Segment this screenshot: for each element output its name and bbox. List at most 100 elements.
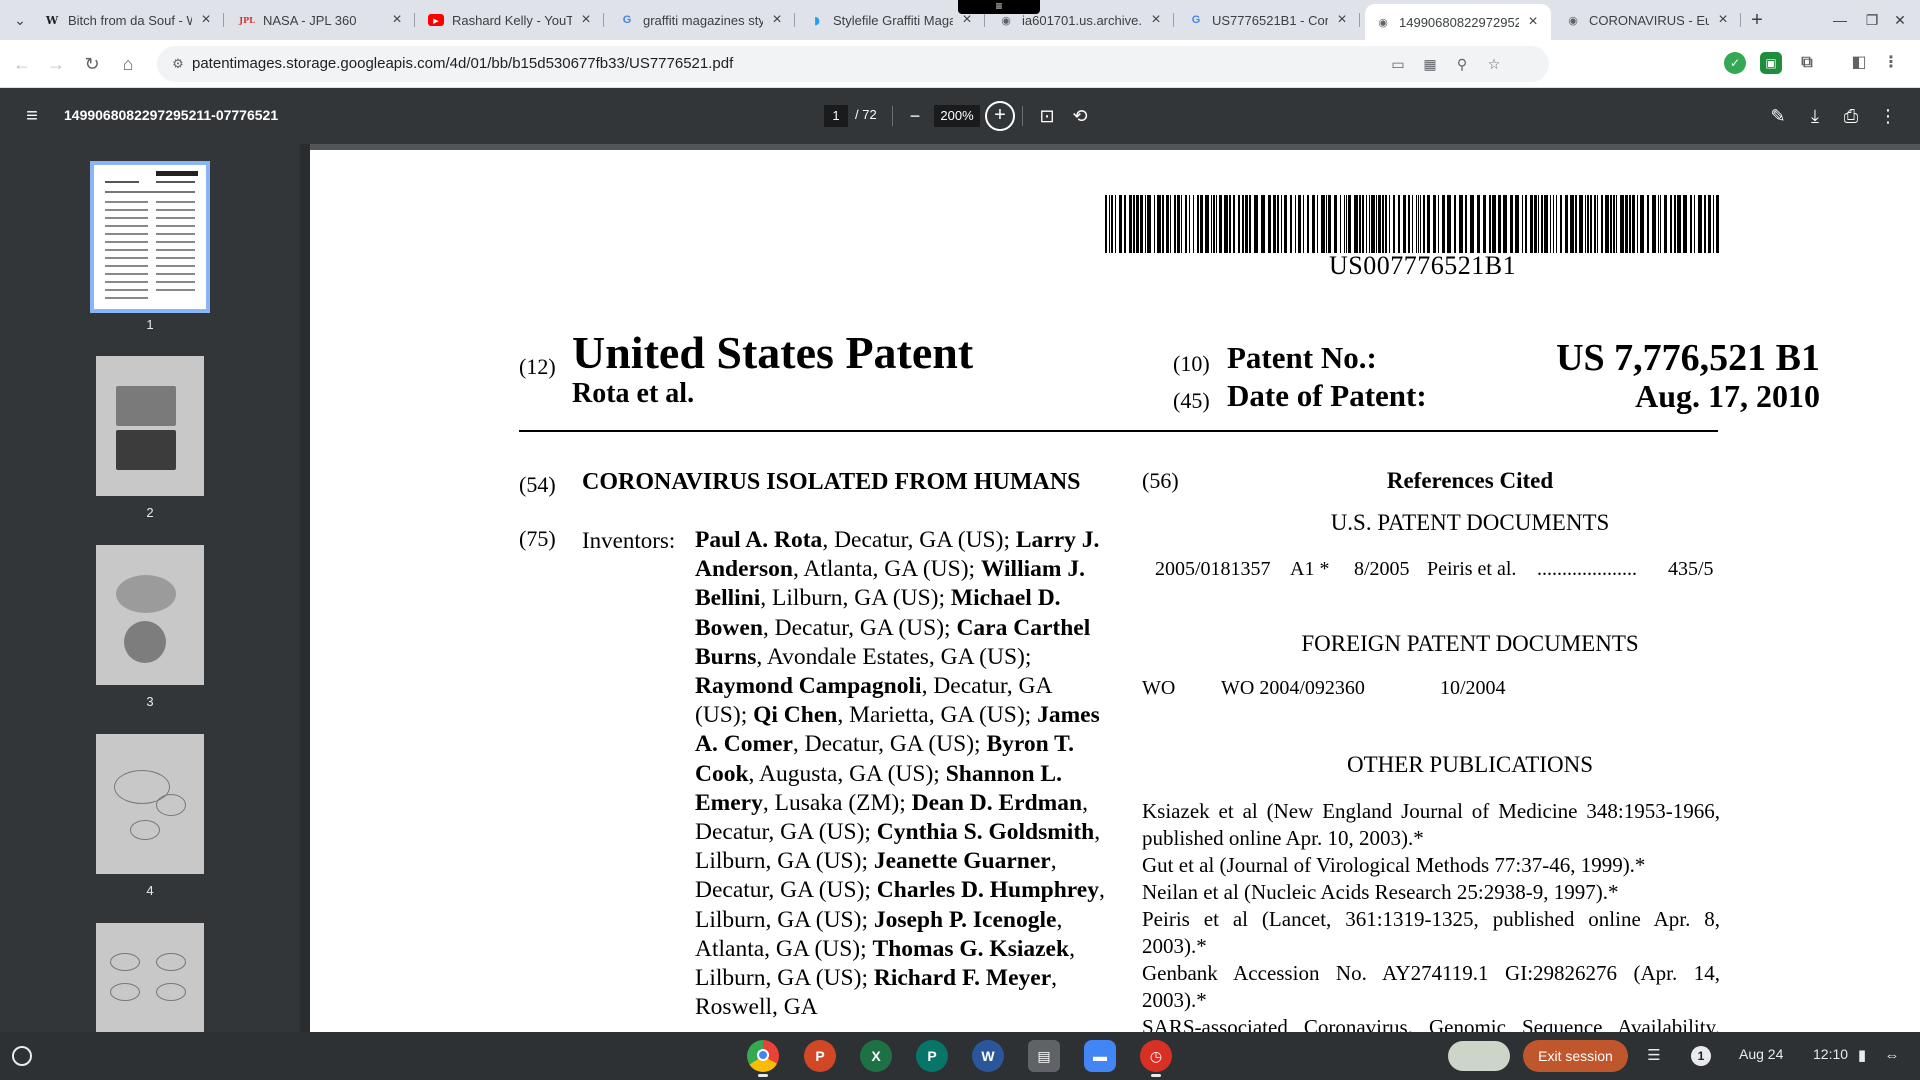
close-window-icon[interactable]: ✕ (1880, 8, 1920, 32)
close-tab-icon[interactable]: × (198, 11, 214, 29)
publication-entry: Genbank Accession No. AY274119.1 GI:2982… (1142, 961, 1720, 1012)
files-doc-app-icon[interactable]: ▤ (1028, 1040, 1060, 1072)
inventor-location: , Decatur, GA (US); (762, 614, 957, 641)
close-tab-icon[interactable]: × (1525, 13, 1541, 31)
barcode-bar (1704, 195, 1706, 253)
new-tab-button[interactable]: + (1745, 8, 1769, 32)
qr-code-icon[interactable]: ▦ (1419, 54, 1441, 74)
url-text[interactable]: patentimages.storage.googleapis.com/4d/0… (192, 55, 733, 72)
timer-app-icon[interactable]: ◷ (1140, 1040, 1172, 1072)
chrome-app-icon[interactable] (747, 1040, 779, 1072)
rotate-icon[interactable]: ⟲ (1068, 104, 1092, 128)
close-tab-icon[interactable]: × (1334, 11, 1350, 29)
word-app-icon[interactable]: W (972, 1040, 1004, 1072)
close-tab-icon[interactable]: × (578, 11, 594, 29)
barcode-bar (1145, 195, 1146, 253)
print-icon[interactable]: ⎙ (1839, 104, 1863, 128)
page-number-input[interactable]: 1 (824, 105, 848, 127)
barcode-bar (1489, 195, 1491, 253)
download-icon[interactable]: ⤓ (1803, 104, 1827, 128)
barcode-bar (1647, 195, 1649, 253)
close-tab-icon[interactable]: × (1148, 11, 1164, 29)
barcode-bar (1281, 195, 1282, 253)
barcode-bar (1317, 195, 1318, 253)
browser-tab[interactable]: JPL NASA - JPL 360 × (229, 6, 415, 34)
browser-tab[interactable]: Ggraffiti magazines sty × (609, 6, 795, 34)
zoom-icon[interactable]: ⚲ (1451, 54, 1473, 74)
queue-icon[interactable]: ☰ (1642, 1044, 1666, 1068)
notification-badge[interactable]: 1 (1691, 1046, 1711, 1066)
barcode-bar (1447, 195, 1451, 253)
thumbnail-label: 2 (146, 505, 154, 520)
launcher-icon[interactable] (12, 1046, 32, 1066)
network-icon[interactable]: ⇔ (1880, 1044, 1904, 1068)
page-thumbnail-2[interactable] (96, 356, 204, 496)
extension-icon[interactable]: ▣ (1760, 52, 1782, 74)
close-tab-icon[interactable]: × (1715, 11, 1731, 29)
barcode-bar (1442, 195, 1445, 253)
barcode-bar (1550, 195, 1551, 253)
time-display[interactable]: 12:10 (1813, 1046, 1848, 1062)
document-viewport[interactable]: US007776521B1 (12) United States Patent … (310, 144, 1920, 1032)
fit-to-page-icon[interactable]: ⊡ (1035, 104, 1059, 128)
zoom-in-icon[interactable]: + (985, 101, 1015, 131)
keyboard-layout-icon[interactable]: ▮ (1850, 1044, 1874, 1068)
inventor-name: Dean D. Erdman (911, 789, 1083, 816)
browser-tab[interactable]: ◉ CORONAVIRUS - Europ × (1555, 6, 1741, 34)
drag-handle-icon[interactable]: ≡ (958, 0, 1040, 14)
barcode-bar (1185, 195, 1187, 253)
barcode-bar (1620, 195, 1624, 253)
screen-preview-thumbnail[interactable] (1448, 1041, 1510, 1071)
close-tab-icon[interactable]: × (769, 11, 785, 29)
browser-tab[interactable]: W Bitch from da Souf - W × (34, 6, 224, 34)
extension-icon[interactable]: ✓ (1724, 52, 1746, 74)
hamburger-menu-icon[interactable]: ≡ (20, 104, 44, 128)
site-info-icon[interactable]: ⚙ (169, 55, 187, 73)
browser-tab[interactable]: ◉ 14990680822972952 × (1365, 4, 1551, 40)
barcode-bar (1716, 195, 1719, 253)
annotate-pen-icon[interactable]: ✎ (1766, 104, 1790, 128)
files-folder-app-icon[interactable]: ▬ (1084, 1040, 1116, 1072)
close-tab-icon[interactable]: × (389, 11, 405, 29)
browser-tab[interactable]: ▶ Rashard Kelly - YouTu × (418, 6, 604, 34)
barcode-bar (1162, 195, 1164, 253)
excel-app-icon[interactable]: X (860, 1040, 892, 1072)
date-display[interactable]: Aug 24 (1739, 1046, 1783, 1062)
home-icon[interactable]: ⌂ (116, 52, 140, 76)
extensions-puzzle-icon[interactable]: ⧉ (1796, 52, 1818, 74)
barcode-bar (1408, 195, 1410, 253)
barcode-bar (1334, 195, 1337, 253)
side-panel-icon[interactable]: ◧ (1848, 52, 1870, 74)
tab-search-icon[interactable]: ⌄ (8, 9, 32, 31)
barcode-bar (1238, 195, 1240, 253)
inventor-name: Raymond Campagnoli (695, 673, 922, 700)
page-thumbnail-5[interactable] (96, 923, 204, 1032)
barcode-bar (1378, 195, 1381, 253)
zoom-level-input[interactable]: 200% (934, 105, 980, 127)
barcode-bar (1640, 195, 1644, 253)
barcode-bar (1216, 195, 1217, 253)
zoom-out-icon[interactable]: − (903, 104, 927, 128)
menu-kebab-icon[interactable]: ⋮ (1880, 52, 1902, 74)
page-thumbnail-1[interactable] (90, 161, 210, 313)
globe-favicon-icon: ◉ (1568, 13, 1578, 27)
bookmark-star-icon[interactable]: ☆ (1483, 54, 1505, 74)
more-options-icon[interactable]: ⋮ (1876, 104, 1900, 128)
powerpoint-app-icon[interactable]: P (804, 1040, 836, 1072)
address-bar[interactable]: ⚙ patentimages.storage.googleapis.com/4d… (157, 46, 1549, 82)
browser-tab[interactable]: G US7776521B1 - Coron × (1178, 6, 1360, 34)
reload-icon[interactable]: ↻ (80, 52, 104, 76)
exit-session-button[interactable]: Exit session (1523, 1040, 1628, 1072)
us-docs-title: U.S. PATENT DOCUMENTS (1330, 510, 1610, 535)
invention-title: CORONAVIRUS ISOLATED FROM HUMANS (582, 469, 1081, 495)
page-thumbnail-4[interactable] (96, 734, 204, 874)
barcode-bar (1570, 195, 1574, 253)
page-thumbnail-3[interactable] (96, 545, 204, 685)
publisher-app-icon[interactable]: P (916, 1040, 948, 1072)
back-icon[interactable]: ← (10, 52, 34, 76)
open-in-app-icon[interactable]: ▭ (1387, 54, 1409, 74)
barcode-bar (1224, 195, 1228, 253)
forward-icon[interactable]: → (44, 52, 68, 76)
tab-title: Bitch from da Souf - W (68, 12, 192, 28)
sidebar-scrollbar[interactable] (300, 144, 310, 1032)
